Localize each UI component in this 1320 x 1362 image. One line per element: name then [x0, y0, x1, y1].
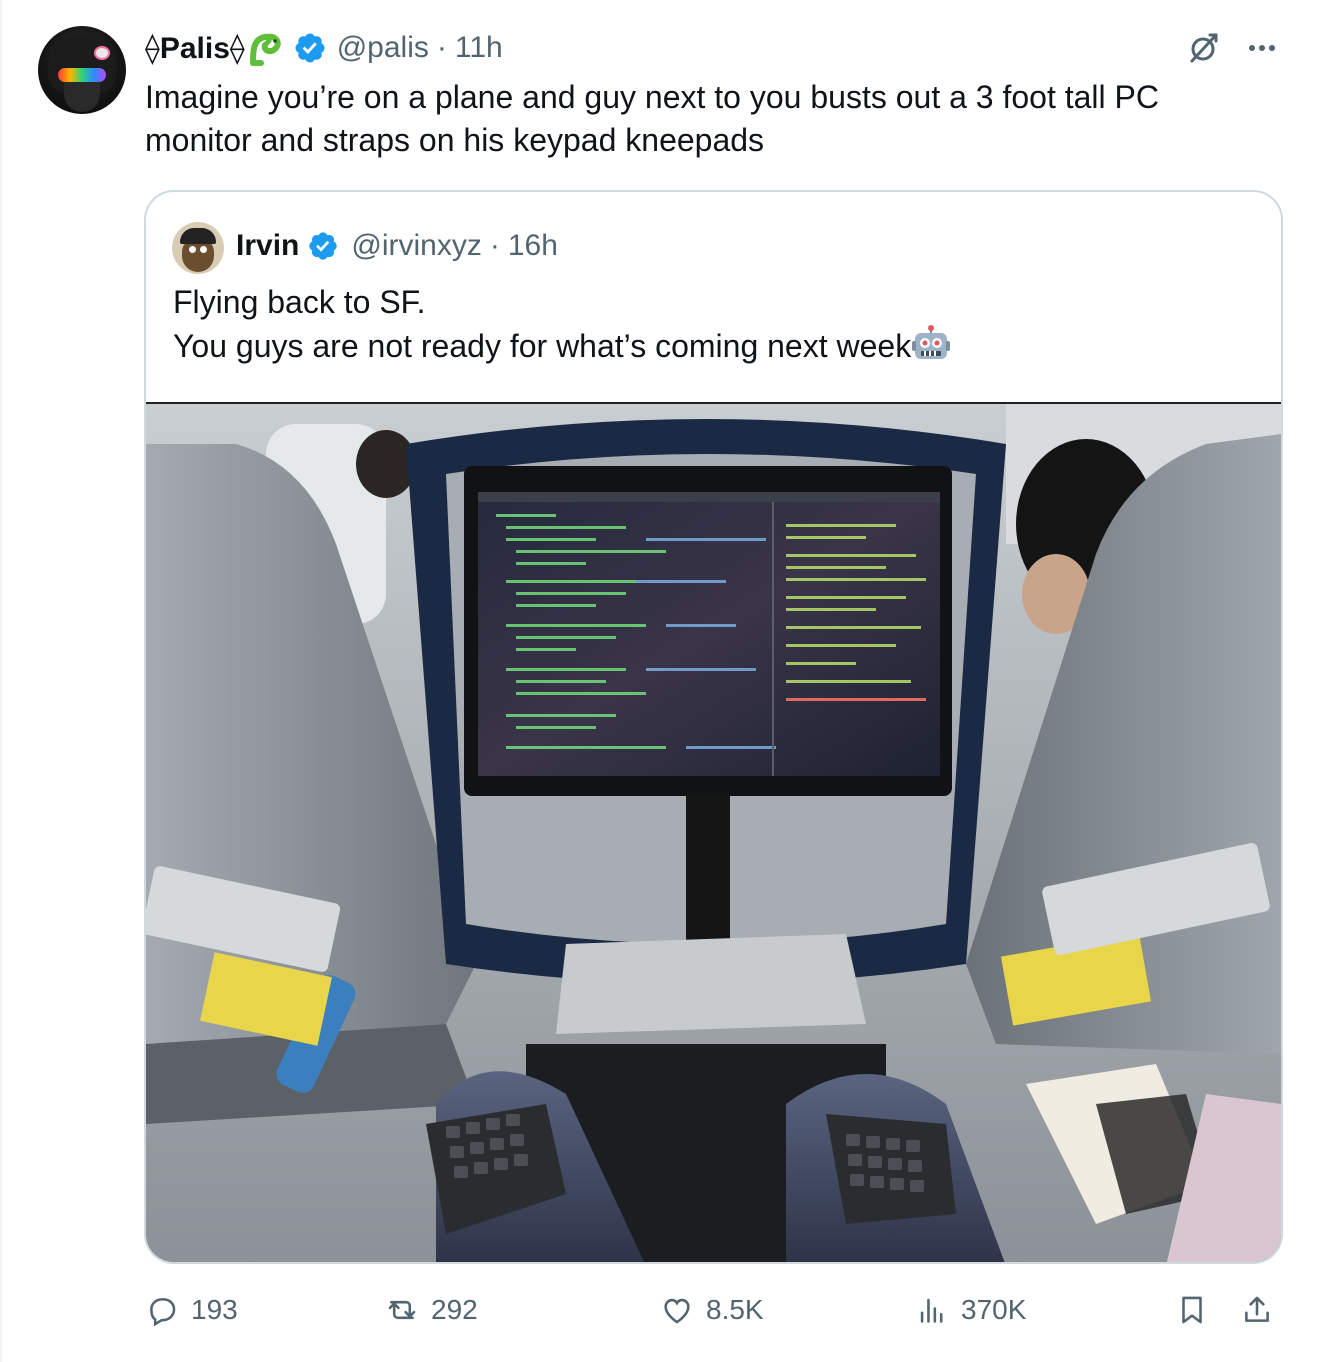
repost-count: 292: [431, 1294, 478, 1325]
avatar-glasses: [58, 68, 106, 82]
repost-icon: [388, 1300, 416, 1320]
quoted-text-line: You guys are not ready for what’s coming…: [173, 328, 912, 364]
tweet-action-bar: 193 292 8.5K 370K: [145, 1288, 1285, 1332]
like-button[interactable]: 8.5K: [660, 1288, 764, 1332]
quoted-author-name[interactable]: Irvin: [236, 229, 299, 263]
separator-dot: ·: [489, 229, 500, 262]
verified-badge-icon[interactable]: [307, 230, 339, 262]
quoted-tweet-text: Flying back to SF. You guys are not read…: [173, 280, 1253, 368]
author-handle[interactable]: @palis: [337, 31, 429, 65]
avatar-eye: [200, 246, 207, 253]
quoted-author-avatar[interactable]: [172, 222, 224, 274]
quoted-tweet-card[interactable]: Irvin @irvinxyz · 16h Flying back to SF.…: [144, 190, 1283, 1264]
quoted-tweet-header: Irvin @irvinxyz · 16h: [236, 226, 558, 266]
view-count: 370K: [961, 1294, 1027, 1325]
tweet-photo[interactable]: [146, 402, 1281, 1262]
snake-emoji-icon: [249, 33, 281, 66]
heart-icon: [664, 1298, 690, 1324]
bookmark-icon: [1182, 1296, 1202, 1324]
views-button[interactable]: 370K: [915, 1288, 1026, 1332]
quoted-text-line-2: You guys are not ready for what’s coming…: [173, 324, 1253, 368]
like-count: 8.5K: [706, 1294, 764, 1325]
airplane-monitor-photo: [146, 404, 1281, 1262]
quoted-text-line: Flying back to SF.: [173, 284, 426, 320]
reply-button[interactable]: 193: [145, 1288, 238, 1332]
avatar-bow: [94, 46, 110, 60]
share-icon: [1245, 1296, 1269, 1322]
quoted-author-handle[interactable]: @irvinxyz: [351, 229, 481, 263]
author-avatar[interactable]: [38, 26, 126, 114]
grok-icon[interactable]: [1186, 30, 1222, 66]
reply-icon: [150, 1298, 176, 1327]
tweet-header: ⟠Palis⟠ @palis · 11h: [145, 28, 503, 68]
author-name[interactable]: ⟠Palis⟠: [145, 31, 245, 66]
verified-badge-icon[interactable]: [293, 31, 327, 65]
avatar-hat: [180, 228, 216, 244]
avatar-eye: [189, 246, 196, 253]
avatar-face: [64, 82, 100, 112]
views-icon: [920, 1298, 943, 1323]
separator-dot: ·: [436, 31, 447, 64]
quoted-tweet-timestamp[interactable]: 16h: [508, 229, 558, 263]
more-icon[interactable]: [1244, 30, 1280, 66]
timeline-divider: [0, 0, 2, 1362]
share-button[interactable]: [1240, 1288, 1274, 1332]
tweet-top-actions: [1186, 30, 1280, 66]
robot-emoji-icon: [912, 325, 951, 359]
repost-button[interactable]: 292: [385, 1288, 478, 1332]
tweet-timestamp[interactable]: 11h: [455, 31, 503, 65]
reply-count: 193: [191, 1294, 238, 1325]
bookmark-button[interactable]: [1175, 1288, 1209, 1332]
tweet-text: Imagine you’re on a plane and guy next t…: [145, 79, 1159, 158]
